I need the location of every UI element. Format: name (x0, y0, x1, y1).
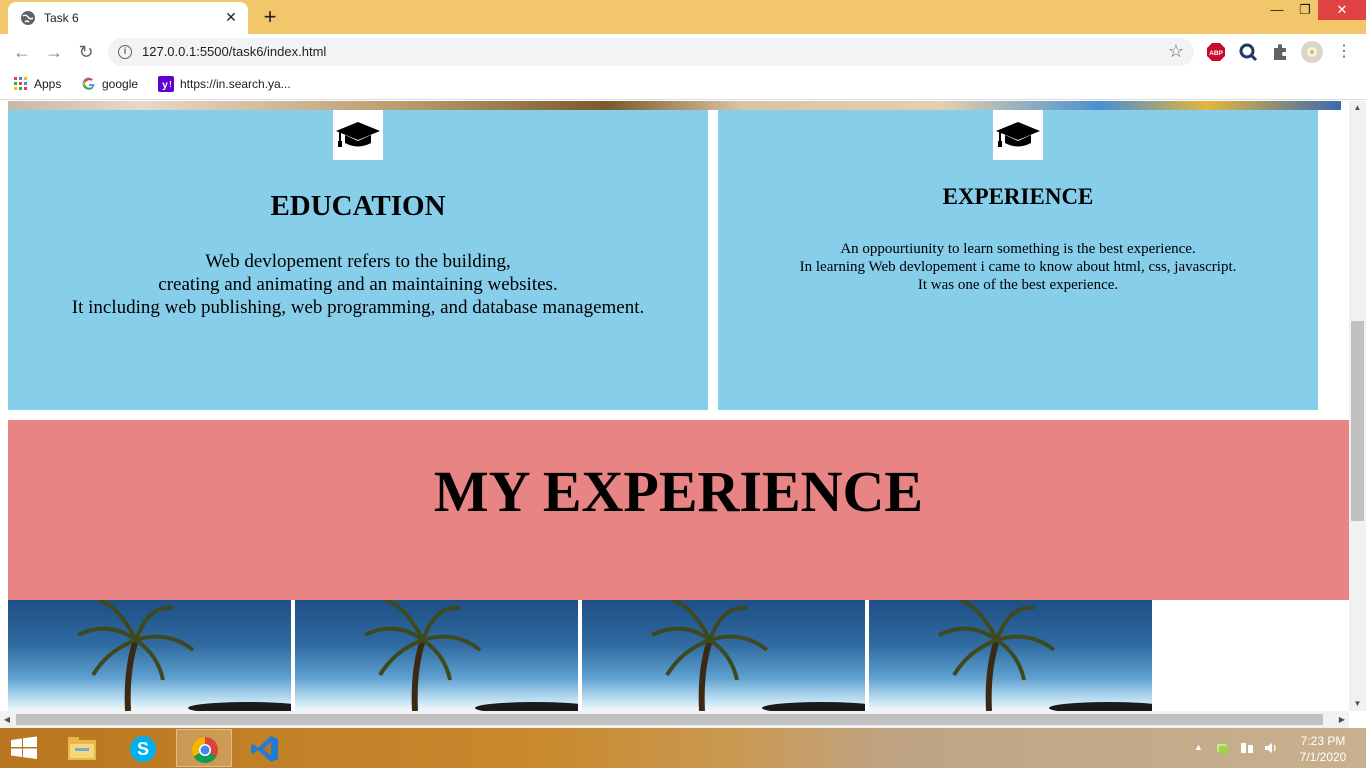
browser-tab[interactable]: Task 6 ✕ (8, 2, 248, 34)
experience-card: EXPERIENCE An oppourtiunity to learn som… (718, 110, 1318, 410)
experience-line: It was one of the best experience. (917, 277, 1119, 293)
tab-close-icon[interactable]: ✕ (222, 8, 240, 26)
bookmark-apps[interactable]: Apps (14, 76, 61, 94)
yahoo-icon: y ! (158, 76, 174, 92)
palm-tree-image (364, 600, 578, 711)
my-experience-banner: MY EXPERIENCE (8, 420, 1349, 600)
palm-tree-image (651, 600, 865, 711)
bookmarks-bar: Apps google y ! https://in.search.ya... (0, 70, 1366, 100)
window-minimize-button[interactable]: — (1262, 0, 1292, 20)
bookmark-label: google (102, 76, 139, 91)
tray-show-hidden-icon[interactable]: ▲ (1194, 742, 1203, 768)
profile-avatar-icon[interactable] (1300, 40, 1324, 64)
taskbar-clock[interactable]: 7:23 PM 7/1/2020 (1290, 733, 1356, 765)
clock-time: 7:23 PM (1300, 734, 1346, 748)
skype-icon: S (130, 736, 156, 762)
education-card: EDUCATION Web devlopement refers to the … (8, 110, 708, 410)
bookmark-star-icon[interactable]: ☆ (1168, 41, 1184, 62)
bookmark-google[interactable]: google (82, 76, 138, 94)
reload-icon[interactable]: ↻ (74, 40, 98, 64)
bookmark-yahoo[interactable]: y ! https://in.search.ya... (158, 76, 291, 94)
vscode-icon (251, 736, 278, 762)
svg-text:S: S (137, 739, 149, 759)
google-icon (82, 77, 95, 90)
vertical-scrollbar[interactable]: ▲ ▼ (1349, 101, 1366, 711)
taskbar-file-explorer[interactable] (54, 729, 110, 767)
url-text[interactable]: 127.0.0.1:5500/task6/index.html (142, 44, 326, 59)
palm-tree-image (77, 600, 291, 711)
svg-text:!: ! (169, 80, 172, 89)
experience-line: An oppourtiunity to learn something is t… (840, 241, 1196, 257)
network-icon[interactable] (1216, 741, 1230, 755)
window-restore-button[interactable]: ❐ (1290, 0, 1320, 20)
horizontal-scrollbar[interactable]: ◀ ▶ (0, 711, 1349, 728)
gallery-image-palm (869, 600, 1152, 711)
experience-line: In learning Web devlopement i came to kn… (799, 259, 1237, 275)
education-icon-box (333, 110, 383, 160)
graduation-cap-icon (336, 122, 380, 147)
window-close-button[interactable]: ✕ (1318, 0, 1366, 20)
adblock-plus-icon[interactable]: ABP (1206, 42, 1226, 62)
globe-icon (21, 11, 35, 25)
bookmark-label: https://in.search.ya... (180, 77, 291, 91)
clock-date: 7/1/2020 (1299, 750, 1347, 764)
horizontal-scroll-thumb[interactable] (16, 714, 1323, 725)
power-icon[interactable] (1240, 741, 1254, 755)
search-extension-icon[interactable] (1238, 42, 1258, 62)
hero-image-edge (8, 101, 1341, 110)
scroll-right-arrow-icon[interactable]: ▶ (1335, 711, 1349, 728)
windows-taskbar: S ▲ 7:23 PM 7/1/2020 (0, 728, 1366, 768)
page-viewport: EDUCATION Web devlopement refers to the … (0, 101, 1349, 711)
experience-icon-box (993, 110, 1043, 160)
extensions-puzzle-icon[interactable] (1270, 42, 1290, 62)
palm-tree-image (938, 600, 1152, 711)
volume-icon[interactable] (1264, 741, 1278, 755)
gallery-image-palm (295, 600, 578, 711)
chrome-icon (191, 736, 218, 764)
gallery-image-palm (582, 600, 865, 711)
tab-strip: Task 6 ✕ + — ❐ ✕ (0, 0, 1366, 34)
experience-title: EXPERIENCE (942, 184, 1094, 209)
education-line: Web devlopement refers to the building, (205, 251, 511, 272)
scroll-left-arrow-icon[interactable]: ◀ (0, 711, 14, 728)
education-text: Web devlopement refers to the building, … (8, 250, 708, 319)
svg-text:y: y (162, 80, 168, 91)
scroll-down-arrow-icon[interactable]: ▼ (1349, 697, 1366, 711)
apps-grid-icon (14, 76, 27, 90)
svg-text:ABP: ABP (1209, 50, 1223, 57)
taskbar-skype[interactable]: S (115, 729, 171, 767)
taskbar-chrome[interactable] (176, 729, 232, 767)
new-tab-button[interactable]: + (258, 6, 282, 28)
info-icon[interactable]: i (118, 45, 132, 59)
taskbar-vscode[interactable] (237, 729, 293, 767)
banner-title: MY EXPERIENCE (433, 459, 924, 524)
graduation-cap-icon (996, 122, 1040, 147)
bookmark-label: Apps (34, 76, 62, 91)
chrome-menu-icon[interactable]: ⋮ (1334, 42, 1354, 62)
gallery-image-palm (8, 600, 291, 711)
education-line: creating and animating and an maintainin… (158, 274, 558, 295)
vertical-scroll-thumb[interactable] (1351, 321, 1364, 521)
windows-start-icon[interactable] (10, 736, 38, 760)
back-arrow-icon[interactable]: ← (10, 40, 34, 64)
scroll-up-arrow-icon[interactable]: ▲ (1349, 101, 1366, 115)
forward-arrow-icon[interactable]: → (42, 40, 66, 64)
address-bar[interactable]: i 127.0.0.1:5500/task6/index.html ☆ (108, 38, 1194, 66)
file-explorer-icon (68, 737, 96, 760)
education-title: EDUCATION (270, 190, 446, 222)
tab-title: Task 6 (44, 11, 79, 25)
browser-toolbar: ← → ↻ i 127.0.0.1:5500/task6/index.html … (0, 34, 1366, 70)
experience-text: An oppourtiunity to learn something is t… (718, 240, 1318, 294)
education-line: It including web publishing, web program… (71, 297, 645, 318)
